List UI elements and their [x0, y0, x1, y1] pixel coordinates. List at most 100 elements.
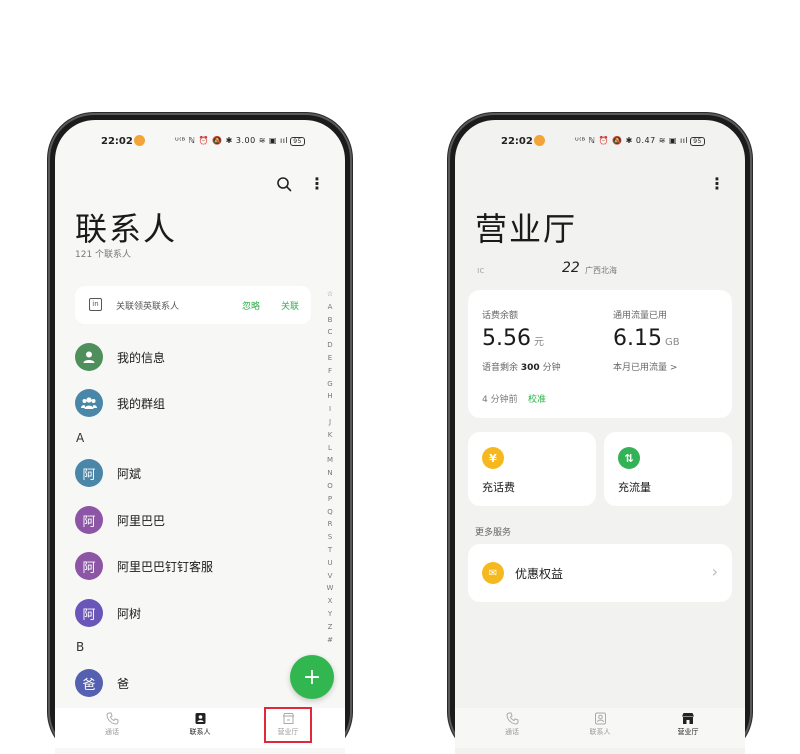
- data-used-link[interactable]: 本月已用流量 >: [613, 360, 677, 373]
- alpha-index-letter[interactable]: J: [326, 416, 334, 429]
- tab-label: 联系人: [189, 728, 211, 736]
- search-icon[interactable]: [275, 175, 293, 193]
- alpha-index-letter[interactable]: E: [326, 352, 334, 365]
- alpha-index-letter[interactable]: B: [326, 314, 334, 327]
- recharge-data-label: 充流量: [618, 481, 651, 494]
- voice-prefix: 语音剩余: [482, 363, 519, 373]
- benefits-label: 优惠权益: [515, 567, 564, 581]
- data-value: 6.15 GB: [613, 326, 680, 351]
- alpha-index-letter[interactable]: U: [326, 557, 334, 570]
- link-button[interactable]: 关联: [281, 299, 299, 312]
- alpha-index-letter[interactable]: Y: [326, 608, 334, 621]
- tab-contacts[interactable]: 联系人: [570, 712, 630, 737]
- balance-number: 5.56: [482, 326, 531, 351]
- tab-label: 营业厅: [677, 728, 699, 736]
- tab-label: 联系人: [589, 728, 611, 736]
- list-item-my-groups[interactable]: 我的群组: [75, 388, 165, 418]
- balance-card[interactable]: 话费余额 5.56 元 语音剩余 300 分钟 通用流量已用 6.15 GB 本月已…: [468, 290, 732, 418]
- calibrate-button[interactable]: 校准: [528, 392, 546, 405]
- alpha-index-letter[interactable]: K: [326, 429, 334, 442]
- ignore-button[interactable]: 忽略: [242, 299, 260, 312]
- notification-icon: [534, 135, 545, 146]
- tab-contacts[interactable]: 联系人: [170, 712, 230, 737]
- benefits-card[interactable]: ✉ 优惠权益 ›: [468, 544, 732, 602]
- recharge-fee-card[interactable]: ¥ 充话费: [468, 432, 596, 506]
- linkedin-text: 关联领英联系人: [116, 302, 180, 312]
- balance-unit: 元: [533, 337, 544, 348]
- store-icon: [681, 712, 695, 726]
- alpha-index-letter[interactable]: D: [326, 339, 334, 352]
- alpha-index-letter[interactable]: #: [326, 634, 334, 647]
- phone-contacts: 22:02 ᵁ⁽ᴮ ℕ ⏰ 🔕 ✱ 3.00 ≋ ▣ ııl 95 ⋮ 联系人 1…: [48, 113, 352, 754]
- avatar: 阿: [75, 506, 103, 534]
- alphabet-index[interactable]: ☆ A B C D E F G H I J K L M N O P Q R S T U V W X Y Z #: [326, 288, 334, 646]
- alpha-index-letter[interactable]: N: [326, 467, 334, 480]
- alpha-index-letter[interactable]: F: [326, 365, 334, 378]
- alpha-index-letter[interactable]: V: [326, 570, 334, 583]
- alpha-index-letter[interactable]: I: [326, 403, 334, 416]
- table-row[interactable]: 阿 阿里巴巴: [75, 505, 165, 535]
- alpha-index-letter[interactable]: A: [326, 301, 334, 314]
- alpha-index-letter[interactable]: W: [326, 582, 334, 595]
- table-row[interactable]: 阿 阿斌: [75, 458, 141, 488]
- updated-time: 4 分钟前: [482, 395, 518, 405]
- status-icon-strip: ᵁ⁽ᴮ ℕ ⏰ 🔕 ✱ 3.00 ≋ ▣ ııl: [175, 136, 289, 145]
- battery-icon: 95: [690, 137, 705, 146]
- alpha-index-letter[interactable]: X: [326, 595, 334, 608]
- more-services-label: 更多服务: [475, 528, 512, 538]
- table-row[interactable]: 阿 阿树: [75, 598, 141, 628]
- data-unit: GB: [664, 337, 680, 348]
- list-item-my-info[interactable]: 我的信息: [75, 342, 165, 372]
- bottom-nav: 通话 联系人 营业厅: [455, 708, 745, 748]
- alpha-index-letter[interactable]: G: [326, 378, 334, 391]
- alpha-index-letter[interactable]: C: [326, 326, 334, 339]
- yuan-icon: ¥: [482, 447, 504, 469]
- phone-service-hall: 22:02 ᵁ⁽ᴮ ℕ ⏰ 🔕 ✱ 0.47 ≋ ▣ ııl 95 ⋮ 营业厅 ı…: [448, 113, 752, 754]
- page-title: 营业厅: [475, 210, 578, 248]
- contact-name: 我的群组: [117, 396, 166, 411]
- status-icons: ᵁ⁽ᴮ ℕ ⏰ 🔕 ✱ 3.00 ≋ ▣ ııl 95: [175, 136, 305, 146]
- alpha-index-letter[interactable]: ☆: [326, 288, 334, 301]
- contact-name: 阿斌: [117, 466, 142, 481]
- avatar: 阿: [75, 552, 103, 580]
- tab-calls[interactable]: 通话: [82, 712, 142, 737]
- alpha-index-letter[interactable]: H: [326, 390, 334, 403]
- highlight-annotation: [264, 707, 312, 743]
- alpha-index-letter[interactable]: S: [326, 531, 334, 544]
- contact-name: 阿里巴巴: [117, 513, 166, 528]
- table-row[interactable]: 爸 爸: [75, 668, 129, 698]
- contacts-book-icon: [593, 712, 607, 726]
- alpha-index-letter[interactable]: L: [326, 442, 334, 455]
- more-options-icon[interactable]: ⋮: [708, 175, 726, 193]
- alpha-index-letter[interactable]: R: [326, 518, 334, 531]
- alpha-index-letter[interactable]: O: [326, 480, 334, 493]
- balance-value: 5.56 元: [482, 326, 544, 351]
- status-bar: 22:02 ᵁ⁽ᴮ ℕ ⏰ 🔕 ✱ 3.00 ≋ ▣ ııl 95: [55, 134, 345, 150]
- alpha-index-letter[interactable]: Q: [326, 506, 334, 519]
- contacts-book-icon: [193, 712, 207, 726]
- contact-name: 我的信息: [117, 350, 166, 365]
- location-text: 广西北海: [585, 266, 617, 275]
- avatar: 阿: [75, 599, 103, 627]
- add-contact-button[interactable]: +: [290, 655, 334, 699]
- tab-calls[interactable]: 通话: [482, 712, 542, 737]
- contact-name: 爸: [117, 676, 130, 691]
- alpha-index-letter[interactable]: Z: [326, 621, 334, 634]
- recharge-data-card[interactable]: ⇅ 充流量: [604, 432, 732, 506]
- notification-icon: [134, 135, 145, 146]
- phone-icon: [505, 712, 519, 726]
- more-options-icon[interactable]: ⋮: [308, 175, 326, 193]
- chevron-right-icon: ›: [711, 562, 718, 581]
- recharge-fee-label: 充话费: [482, 481, 515, 494]
- alpha-index-letter[interactable]: T: [326, 544, 334, 557]
- service-hall-screen: 22:02 ᵁ⁽ᴮ ℕ ⏰ 🔕 ✱ 0.47 ≋ ▣ ııl 95 ⋮ 营业厅 ı…: [455, 120, 745, 754]
- location-number: 22: [562, 260, 580, 276]
- contact-name: 阿树: [117, 606, 142, 621]
- status-time: 22:02: [101, 136, 133, 147]
- tab-service-hall[interactable]: 营业厅: [658, 712, 718, 737]
- status-bar: 22:02 ᵁ⁽ᴮ ℕ ⏰ 🔕 ✱ 0.47 ≋ ▣ ııl 95: [455, 134, 745, 150]
- alpha-index-letter[interactable]: P: [326, 493, 334, 506]
- location-prefix: ıc: [477, 266, 485, 276]
- alpha-index-letter[interactable]: M: [326, 454, 334, 467]
- table-row[interactable]: 阿 阿里巴巴钉钉客服: [75, 551, 213, 581]
